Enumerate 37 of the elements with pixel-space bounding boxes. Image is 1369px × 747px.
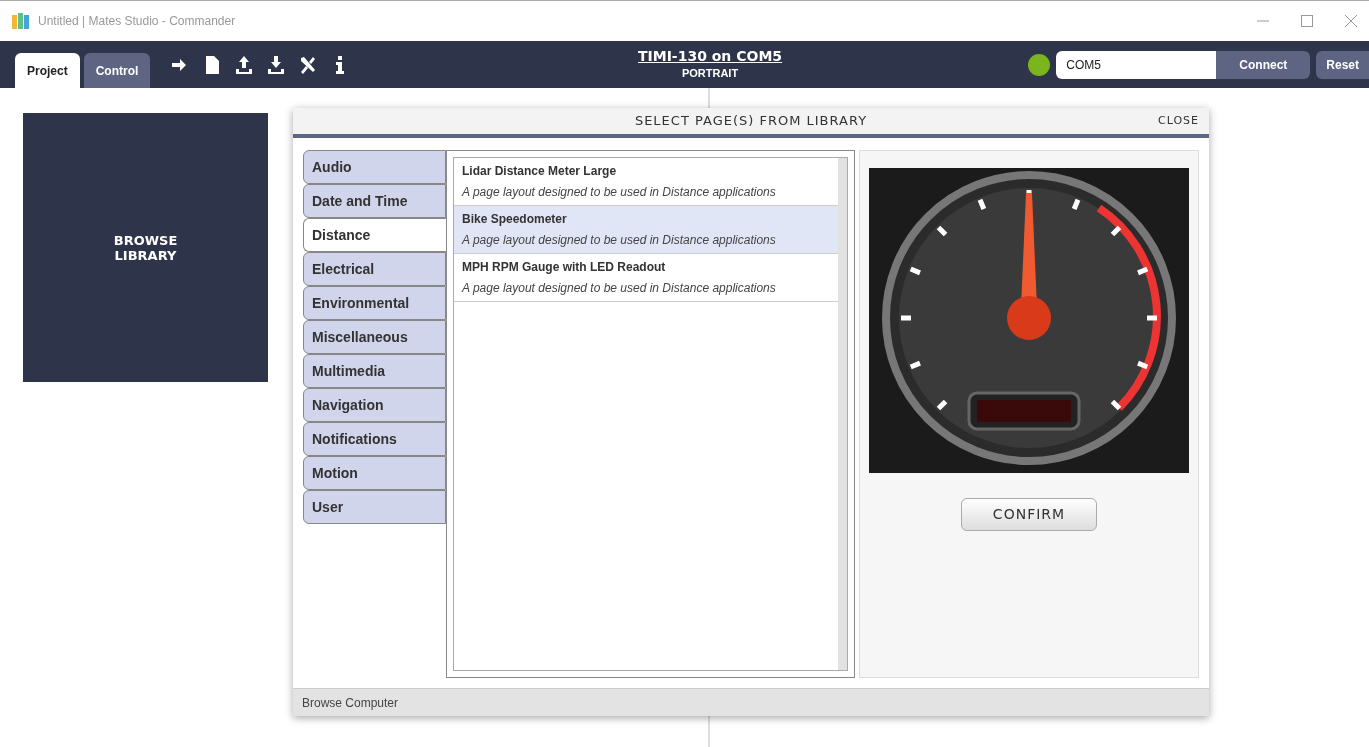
dialog-title: SELECT PAGE(S) FROM LIBRARY — [634, 112, 868, 131]
category-tab[interactable]: Multimedia — [303, 354, 446, 388]
window-title: Untitled | Mates Studio - Commander — [38, 13, 236, 30]
page-name: Bike Speedometer — [462, 211, 568, 228]
close-button[interactable]: CLOSE — [1158, 112, 1199, 130]
category-tab[interactable]: Audio — [303, 150, 446, 184]
confirm-button[interactable]: CONFIRM — [961, 498, 1097, 531]
category-tab[interactable]: User — [303, 490, 446, 524]
category-tab[interactable]: Electrical — [303, 252, 446, 286]
page-description: A page layout designed to be used in Distance applications — [462, 184, 777, 201]
browse-library-tile[interactable]: BROWSE LIBRARY — [23, 113, 268, 382]
category-tab[interactable]: Motion — [303, 456, 446, 490]
browse-computer-link[interactable]: Browse Computer — [302, 693, 399, 712]
tab[interactable]: Project — [15, 53, 80, 88]
scrollbar-track[interactable] — [838, 158, 847, 670]
close-icon[interactable] — [1345, 15, 1357, 27]
orientation-label: PORTRAIT — [681, 66, 739, 81]
maximize-icon[interactable] — [1301, 15, 1313, 27]
category-tab[interactable]: Miscellaneous — [303, 320, 446, 354]
category-tab[interactable]: Distance — [303, 218, 446, 252]
category-tab[interactable]: Navigation — [303, 388, 446, 422]
page-name: Lidar Distance Meter Large — [462, 163, 618, 180]
category-tab[interactable]: Date and Time — [303, 184, 446, 218]
port-field[interactable]: COM5 — [1056, 50, 1217, 79]
category-tab[interactable]: Notifications — [303, 422, 446, 456]
category-tab[interactable]: Environmental — [303, 286, 446, 320]
app-logo-icon — [12, 13, 30, 29]
page-description: A page layout designed to be used in Distance applications — [462, 280, 777, 297]
page-list-item[interactable]: Bike Speedometer A page layout designed to be used in Distance applications — [454, 206, 838, 254]
download-icon[interactable] — [266, 54, 287, 75]
device-title: TIMI-130 on COM5 — [637, 47, 783, 65]
page-name: MPH RPM Gauge with LED Readout — [462, 259, 667, 276]
reset-button[interactable]: Reset — [1316, 50, 1369, 79]
connect-button[interactable]: Connect — [1216, 50, 1311, 79]
upload-icon[interactable] — [234, 54, 255, 75]
tab[interactable]: Control — [83, 53, 151, 88]
page-description: A page layout designed to be used in Distance applications — [462, 232, 777, 249]
